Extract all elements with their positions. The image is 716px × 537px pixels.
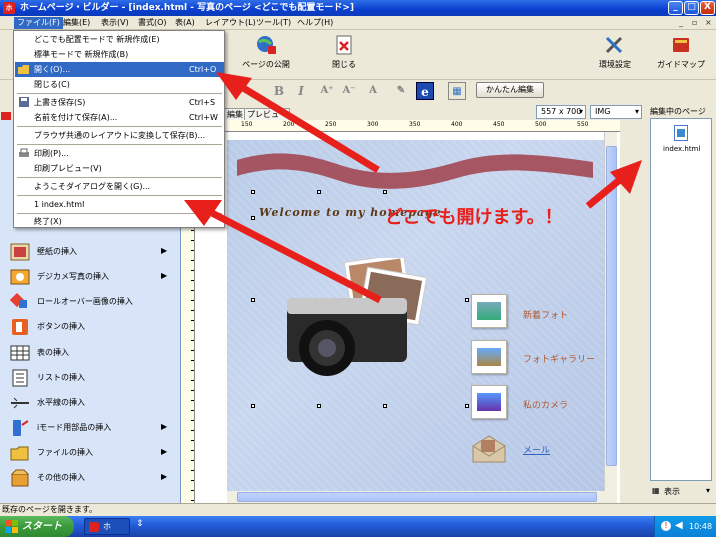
volume-icon[interactable]: ◀ xyxy=(675,520,683,532)
security-icon[interactable]: ! xyxy=(661,521,671,531)
annotation-text: どこでも開けます。！ xyxy=(385,207,563,228)
taskbar: ホ ⇕ xyxy=(0,516,716,537)
taskbar-app-button[interactable]: ホ xyxy=(84,518,130,535)
arrow-to-recent xyxy=(184,200,382,304)
clock: 10:48 xyxy=(689,522,713,531)
arrow-to-page-list xyxy=(585,160,642,209)
chevron-up-down-icon[interactable]: ⇕ xyxy=(136,519,144,529)
app-icon xyxy=(89,522,99,532)
taskbar-app-label: ホ xyxy=(103,522,111,531)
system-tray: ! ◀ 10:48 xyxy=(654,516,716,537)
annotation-arrows xyxy=(184,72,642,304)
windows-logo-icon xyxy=(5,520,18,533)
start-label: スタート xyxy=(22,521,62,532)
arrow-to-open xyxy=(216,72,380,173)
start-button[interactable]: スタート xyxy=(0,516,74,537)
status-bar: 既存のページを開きます。 xyxy=(0,503,716,516)
